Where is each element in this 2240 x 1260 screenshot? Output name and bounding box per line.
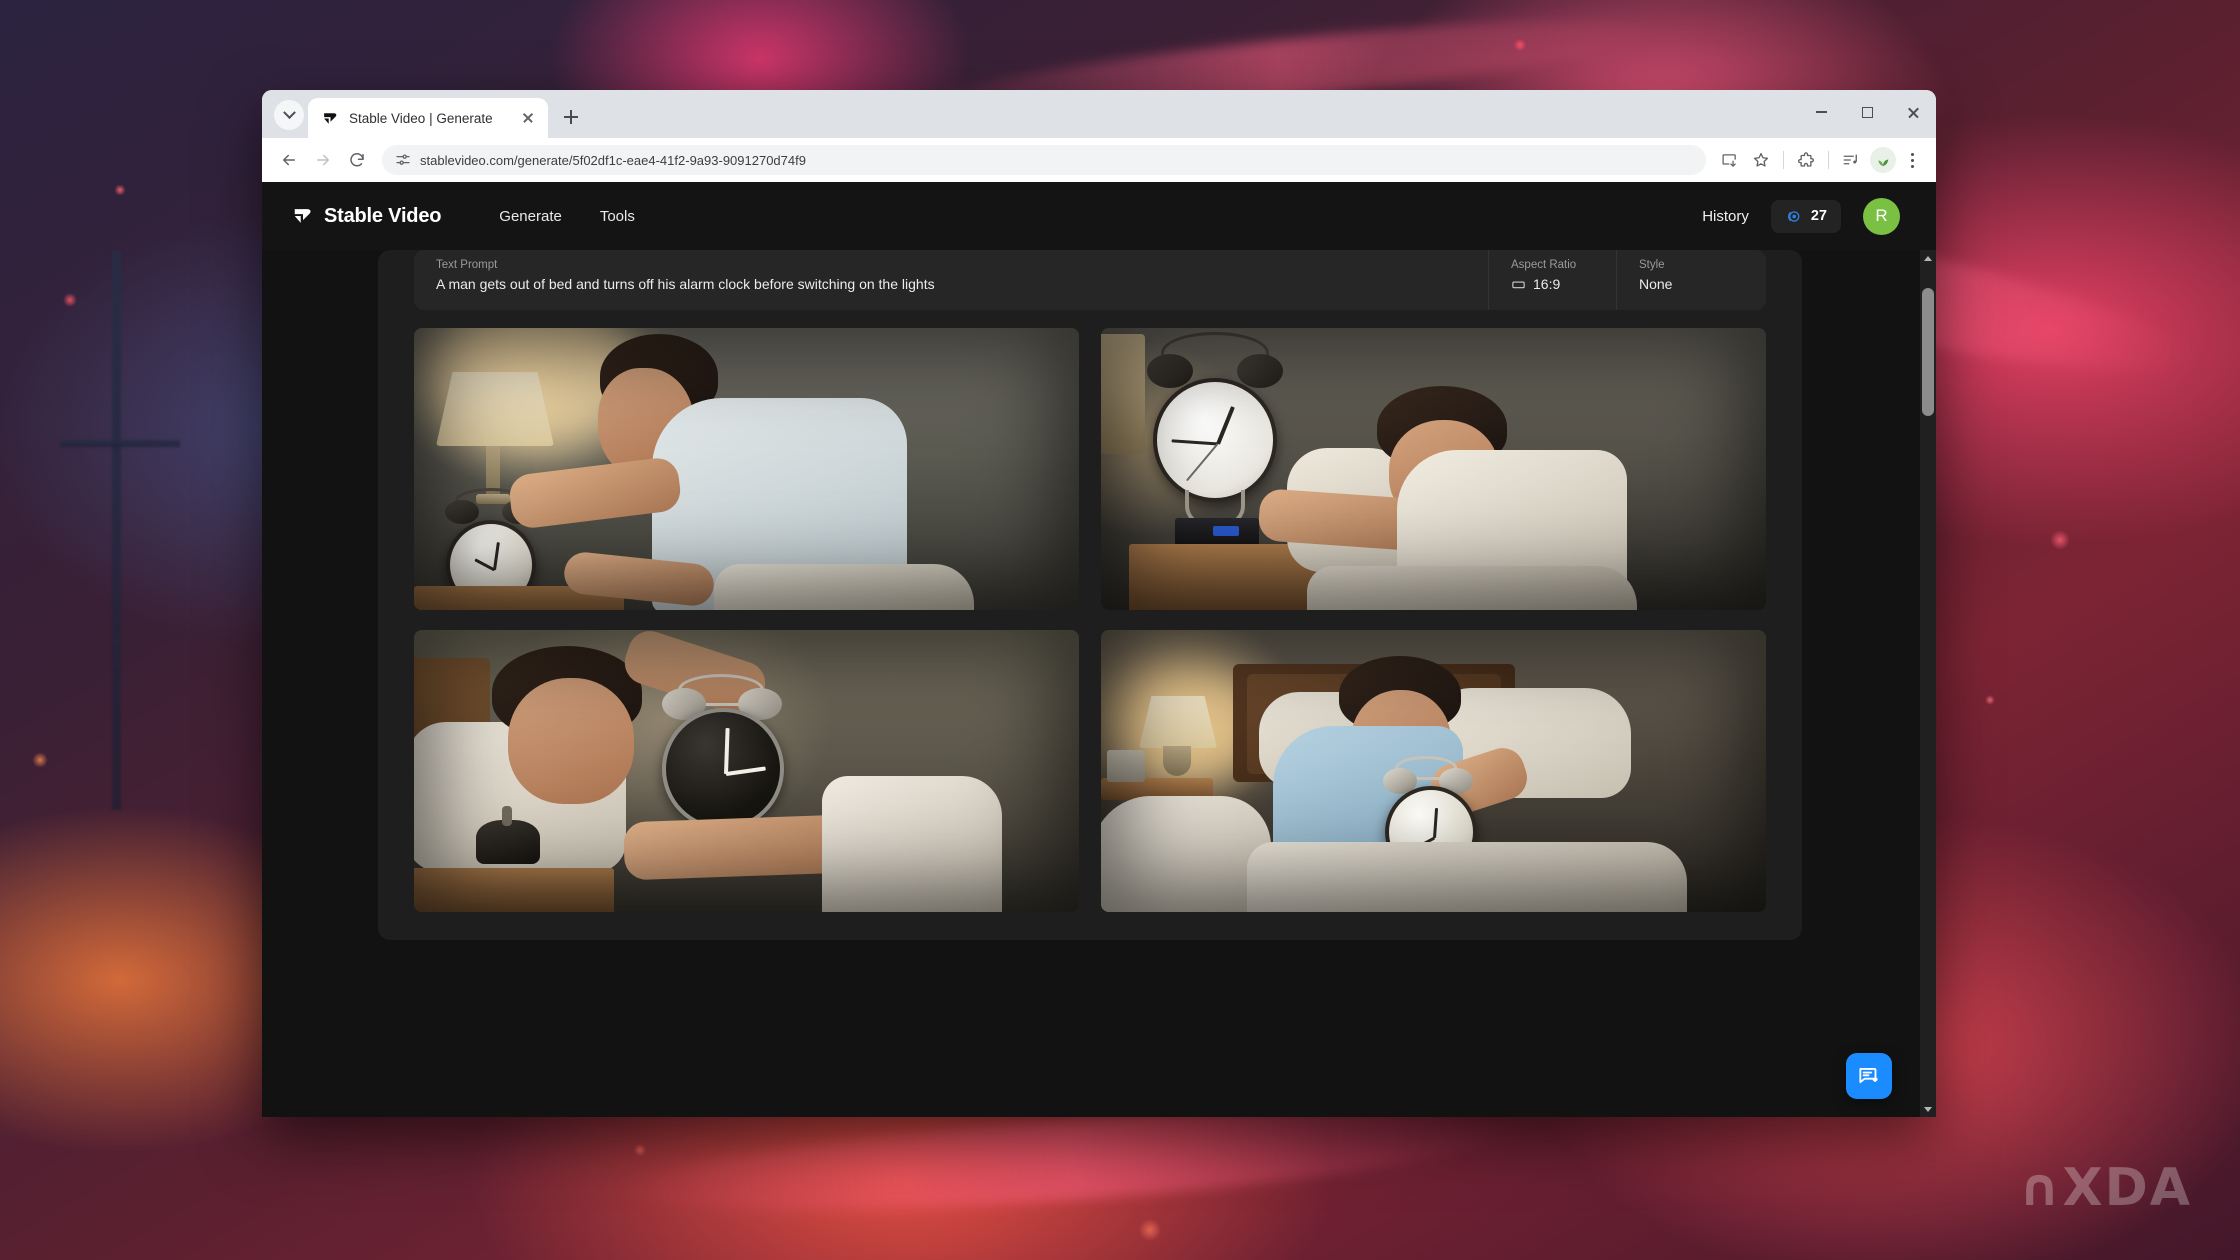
- page-scrollbar[interactable]: [1920, 250, 1936, 1117]
- user-avatar[interactable]: R: [1863, 197, 1900, 235]
- window-maximize-button[interactable]: [1844, 90, 1890, 134]
- tab-strip: Stable Video | Generate: [262, 90, 1936, 138]
- scrollbar-down-arrow[interactable]: [1920, 1101, 1936, 1117]
- stable-video-logo-icon: [294, 209, 311, 223]
- frame-scene: [414, 328, 1079, 610]
- frame-scene: [414, 630, 1079, 912]
- forward-arrow-icon[interactable]: [308, 145, 338, 175]
- credits-coin-icon: [1787, 210, 1800, 222]
- frame-scene: [1101, 630, 1766, 912]
- frame-scene: [1101, 328, 1766, 610]
- nav-item-tools[interactable]: Tools: [600, 208, 635, 225]
- generated-frame-2[interactable]: [1101, 328, 1766, 610]
- generated-frames-grid: [414, 328, 1766, 912]
- profile-avatar-icon[interactable]: [1870, 147, 1896, 173]
- brand-logo[interactable]: Stable Video: [292, 205, 441, 228]
- tab-close-icon[interactable]: [518, 108, 538, 128]
- site-settings-icon[interactable]: [395, 152, 411, 168]
- aspect-ratio-field: Aspect Ratio 16:9: [1488, 250, 1616, 310]
- main-nav: Generate Tools: [499, 208, 635, 225]
- install-app-icon[interactable]: [1714, 145, 1744, 175]
- xda-watermark: ∩XDA: [2018, 1158, 2192, 1218]
- reload-icon[interactable]: [342, 145, 372, 175]
- chat-heart-icon: [1859, 1068, 1878, 1084]
- window-controls: [1798, 90, 1936, 134]
- header-right: History 27 R: [1702, 197, 1900, 235]
- wallpaper-pole: [112, 250, 121, 810]
- media-playlist-icon[interactable]: [1836, 145, 1866, 175]
- new-tab-button[interactable]: [556, 102, 586, 132]
- url-text: stablevideo.com/generate/5f02df1c-eae4-4…: [420, 152, 806, 168]
- browser-tab[interactable]: Stable Video | Generate: [308, 98, 548, 138]
- prompt-field: Text Prompt A man gets out of bed and tu…: [414, 250, 1488, 310]
- nav-item-generate[interactable]: Generate: [499, 208, 562, 225]
- generation-result-card: Text Prompt A man gets out of bed and tu…: [378, 250, 1802, 940]
- toolbar-divider: [1828, 151, 1829, 169]
- browser-window: Stable Video | Generate stablevideo.com/…: [262, 90, 1936, 1117]
- scroll-area: Text Prompt A man gets out of bed and tu…: [262, 250, 1936, 1117]
- style-value: None: [1639, 276, 1673, 292]
- history-link[interactable]: History: [1702, 208, 1749, 225]
- tab-title: Stable Video | Generate: [349, 110, 493, 126]
- support-chat-button[interactable]: [1846, 1053, 1892, 1099]
- style-field: Style None: [1616, 250, 1766, 310]
- toolbar-icons: [1714, 145, 1926, 175]
- brand-name: Stable Video: [324, 204, 442, 227]
- aspect-ratio-icon: [1512, 280, 1525, 288]
- back-arrow-icon[interactable]: [274, 145, 304, 175]
- aspect-ratio-value: 16:9: [1533, 276, 1561, 292]
- generated-frame-1[interactable]: [414, 328, 1079, 610]
- toolbar-divider: [1783, 151, 1784, 169]
- scrollbar-up-arrow[interactable]: [1920, 250, 1936, 266]
- address-bar[interactable]: stablevideo.com/generate/5f02df1c-eae4-4…: [382, 145, 1706, 175]
- generated-frame-4[interactable]: [1101, 630, 1766, 912]
- bookmark-star-icon[interactable]: [1746, 145, 1776, 175]
- tab-search-icon[interactable]: [274, 100, 304, 130]
- page-viewport: Stable Video Generate Tools History 27 R: [262, 182, 1936, 1117]
- credits-badge[interactable]: 27: [1770, 199, 1841, 233]
- chrome-menu-icon[interactable]: [1898, 145, 1926, 175]
- wallpaper-pole: [60, 440, 180, 447]
- scrollbar-thumb[interactable]: [1922, 288, 1934, 416]
- generated-frame-3[interactable]: [414, 630, 1079, 912]
- window-minimize-button[interactable]: [1798, 90, 1844, 134]
- extensions-puzzle-icon[interactable]: [1791, 145, 1821, 175]
- site-header: Stable Video Generate Tools History 27 R: [262, 182, 1936, 250]
- style-label: Style: [1639, 259, 1665, 271]
- credits-count: 27: [1810, 208, 1827, 224]
- aspect-ratio-label: Aspect Ratio: [1511, 259, 1577, 271]
- stable-video-logo-icon: [324, 112, 337, 124]
- prompt-label: Text Prompt: [436, 259, 498, 271]
- prompt-value: A man gets out of bed and turns off his …: [436, 276, 935, 292]
- window-close-button[interactable]: [1890, 90, 1936, 134]
- prompt-summary-bar: Text Prompt A man gets out of bed and tu…: [414, 250, 1766, 310]
- aspect-ratio-value-wrap: 16:9: [1511, 276, 1616, 292]
- browser-toolbar: stablevideo.com/generate/5f02df1c-eae4-4…: [262, 138, 1936, 182]
